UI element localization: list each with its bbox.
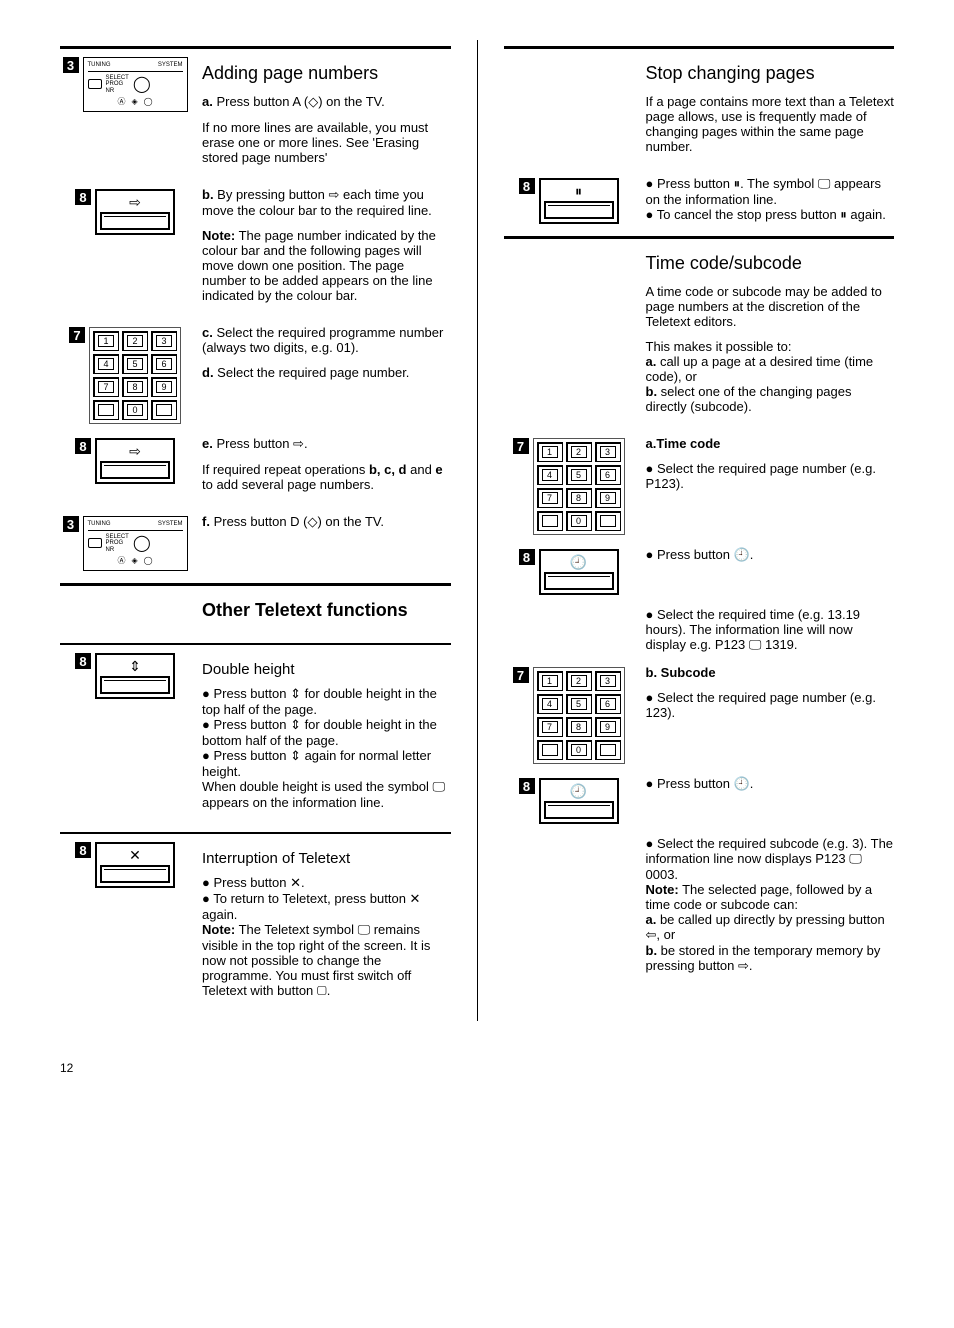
timecode-a-label: a.Time code (646, 436, 895, 451)
step-8-screen-icon: 8 ⇨ (75, 189, 175, 235)
rule (60, 46, 451, 49)
timecode-a-list2: Press button 🕘. (646, 547, 895, 563)
step-f-text: f. Press button D (◇) on the TV. (202, 514, 451, 530)
step-7-keypad-right-2: 7 123 456 789 0 (513, 667, 625, 764)
heading-adding-page-numbers: Adding page numbers (202, 63, 451, 84)
rule (60, 583, 451, 586)
step-8-double-height-icon: 8 ⇕ (75, 653, 175, 699)
timecode-intro: A time code or subcode may be added to p… (646, 284, 895, 329)
right-column: Stop changing pages If a page contains m… (504, 40, 895, 1021)
step-8-clock-icon-2: 8 🕘 (519, 778, 619, 824)
step-e-note: If required repeat operations b, c, d an… (202, 462, 451, 492)
stop-list: Press button ⏸. The symbol 🖵 appears on … (646, 176, 895, 223)
step-3-remote-diagram: 3 TUNINGSYSTEM SELECTPROGNR ◯ Ⓐ◈◯ (63, 57, 188, 112)
subcode-list1: Select the required page number (e.g. 12… (646, 690, 895, 720)
interruption-note: Note: The Teletext symbol 🖵 remains visi… (202, 922, 451, 999)
rule (504, 236, 895, 239)
subcode-list2: Press button 🕘. (646, 776, 895, 792)
left-column: 3 TUNINGSYSTEM SELECTPROGNR ◯ Ⓐ◈◯ (60, 40, 451, 1021)
rule (504, 46, 895, 49)
step-3-remote-diagram-2: 3 TUNINGSYSTEM SELECTPROGNR ◯ Ⓐ◈◯ (63, 516, 188, 571)
double-height-note: When double height is used the symbol 🖵 … (202, 779, 451, 810)
timecode-possible: This makes it possible to: a. call up a … (646, 339, 895, 414)
heading-double-height: Double height (202, 661, 451, 678)
step-7-keypad-right-1: 7 123 456 789 0 (513, 438, 625, 535)
step-d-text: d. Select the required page number. (202, 365, 451, 380)
step-8-interrupt-icon: 8 ✕ (75, 842, 175, 888)
step-8-screen-icon-2: 8 ⇨ (75, 438, 175, 484)
step-7-keypad: 7 123 456 789 0 (69, 327, 181, 424)
subcode-label: b. Subcode (646, 665, 895, 680)
interruption-list: Press button ✕. To return to Teletext, p… (202, 875, 451, 922)
step-8-clock-icon-1: 8 🕘 (519, 549, 619, 595)
rule (60, 832, 451, 834)
step-c-text: c. Select the required programme number … (202, 325, 451, 355)
subcode-list3: Select the required subcode (e.g. 3). Th… (646, 836, 895, 882)
step-b-text: b. By pressing button ⇨ each time you mo… (202, 187, 451, 218)
double-height-list: Press button ⇕ for double height in the … (202, 686, 451, 779)
timecode-a-list: Select the required page number (e.g. P1… (646, 461, 895, 491)
heading-timecode: Time code/subcode (646, 253, 895, 274)
timecode-a-list3: Select the required time (e.g. 13.19 hou… (646, 607, 895, 653)
heading-other-teletext: Other Teletext functions (202, 600, 451, 621)
step-e-text: e. Press button ⇨. (202, 436, 451, 452)
step-a-note: If no more lines are available, you must… (202, 120, 451, 165)
heading-interruption: Interruption of Teletext (202, 850, 451, 867)
column-divider (477, 40, 478, 1021)
page-number: 12 (60, 1061, 894, 1075)
subcode-note: Note: The selected page, followed by a t… (646, 882, 895, 974)
step-8-stop-icon: 8 ⏸ (519, 178, 619, 224)
rule (60, 643, 451, 645)
step-b-note: Note: The page number indicated by the c… (202, 228, 451, 303)
stop-intro: If a page contains more text than a Tele… (646, 94, 895, 154)
heading-stop-changing: Stop changing pages (646, 63, 895, 84)
step-a-text: a. Press button A (◇) on the TV. (202, 94, 451, 110)
